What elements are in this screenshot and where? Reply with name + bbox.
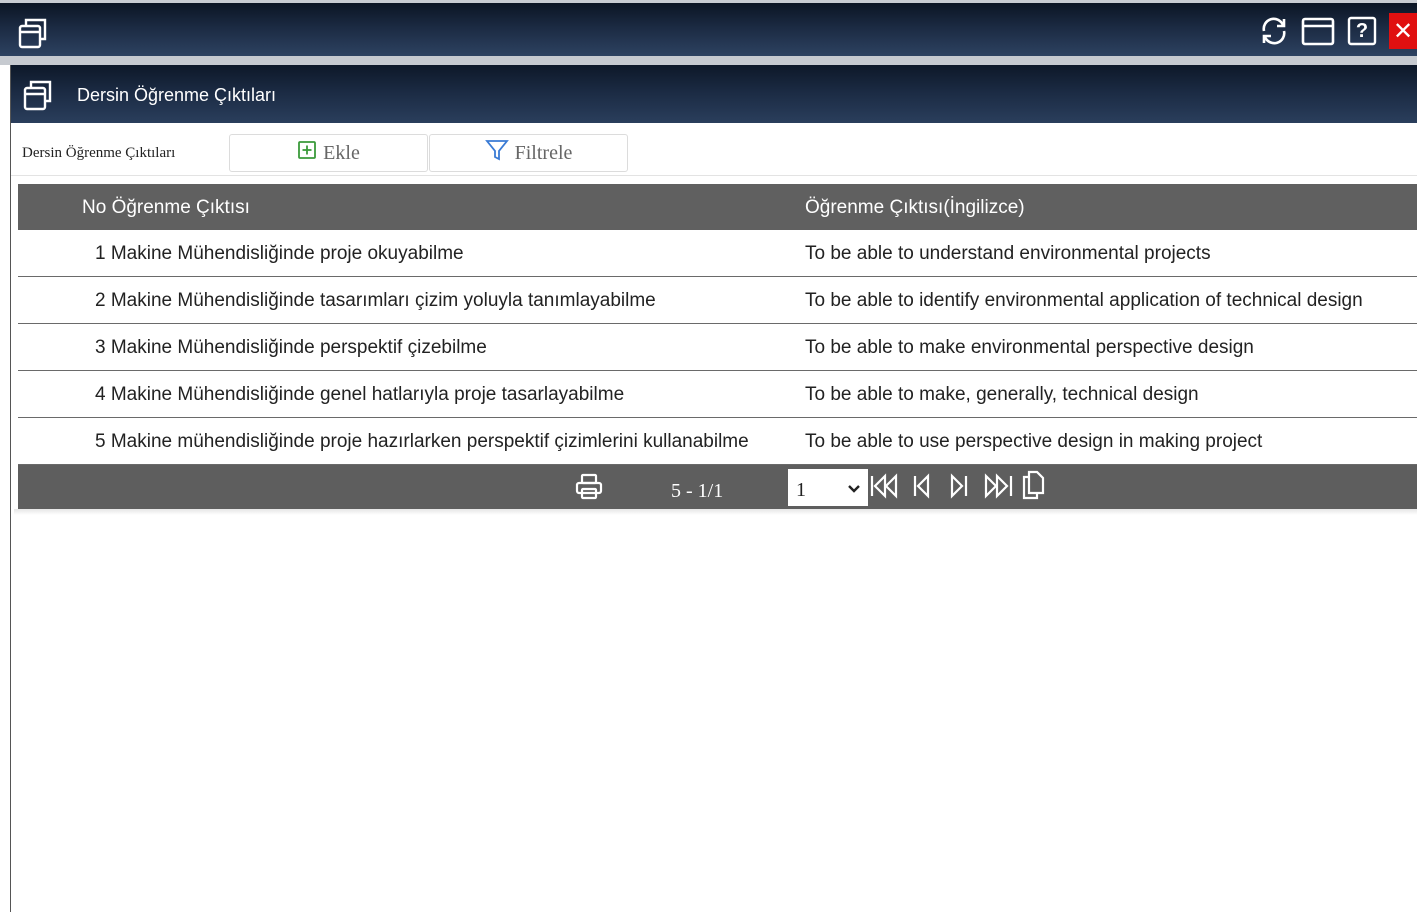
toolbar: Dersin Öğrenme Çıktıları Ekle Filtrele — [11, 128, 1417, 176]
first-page-icon[interactable] — [868, 471, 900, 506]
panel-bottom-shadow — [14, 509, 1417, 515]
prev-page-icon[interactable] — [911, 471, 933, 506]
page-select[interactable]: 1 — [788, 469, 868, 506]
table-row[interactable]: 3 Makine Mühendisliğinde perspektif çize… — [18, 324, 1417, 371]
panel-title: Dersin Öğrenme Çıktıları — [77, 85, 277, 105]
maximize-icon[interactable] — [1301, 14, 1335, 48]
filter-icon — [484, 138, 509, 168]
close-button[interactable]: ✕ — [1389, 13, 1417, 49]
page-select-value: 1 — [796, 479, 806, 501]
window-stack-icon — [23, 79, 53, 116]
row-outcome-en: To be able to make environmental perspec… — [805, 337, 1254, 358]
learning-outcomes-table: No Öğrenme Çıktısı Öğrenme Çıktısı(İngil… — [18, 184, 1417, 510]
panel-header: Dersin Öğrenme Çıktıları — [11, 65, 1417, 123]
table-pager: 5 - 1/1 1 — [18, 465, 1417, 510]
row-outcome-tr: 1 Makine Mühendisliğinde proje okuyabilm… — [95, 243, 464, 264]
add-button-label: Ekle — [323, 141, 360, 164]
table-header: No Öğrenme Çıktısı Öğrenme Çıktısı(İngil… — [18, 184, 1417, 230]
row-outcome-en: To be able to understand environmental p… — [805, 243, 1211, 264]
plus-box-icon — [297, 140, 317, 166]
window-titlebar: ? ✕ — [0, 0, 1417, 56]
filter-button-label: Filtrele — [514, 141, 573, 164]
panel-left-border — [10, 65, 11, 912]
window-controls: ? ✕ — [1257, 13, 1417, 49]
toolbar-label: Dersin Öğrenme Çıktıları — [22, 145, 176, 161]
add-button[interactable]: Ekle — [229, 134, 428, 172]
print-icon[interactable] — [574, 472, 604, 507]
row-outcome-tr: 4 Makine Mühendisliğinde genel hatlarıyl… — [95, 384, 625, 405]
last-page-icon[interactable] — [983, 471, 1015, 506]
row-outcome-tr: 2 Makine Mühendisliğinde tasarımları çiz… — [95, 290, 656, 311]
copy-icon[interactable] — [1020, 469, 1046, 506]
table-row[interactable]: 4 Makine Mühendisliğinde genel hatlarıyl… — [18, 371, 1417, 418]
row-outcome-tr: 3 Makine Mühendisliğinde perspektif çize… — [95, 337, 487, 358]
column-header-english[interactable]: Öğrenme Çıktısı(İngilizce) — [805, 197, 1025, 219]
next-page-icon[interactable] — [948, 471, 970, 506]
row-outcome-tr: 5 Makine mühendisliğinde proje hazırlark… — [95, 431, 749, 452]
row-outcome-en: To be able to identify environmental app… — [805, 290, 1363, 311]
row-outcome-en: To be able to make, generally, technical… — [805, 384, 1199, 405]
column-header-turkish[interactable]: No Öğrenme Çıktısı — [82, 197, 250, 219]
table-row[interactable]: 1 Makine Mühendisliğinde proje okuyabilm… — [18, 230, 1417, 277]
help-button[interactable]: ? — [1345, 14, 1379, 48]
record-count: 5 - 1/1 — [671, 480, 724, 502]
window-stack-icon — [18, 17, 48, 54]
filter-button[interactable]: Filtrele — [429, 134, 628, 172]
window-separator — [0, 56, 1417, 65]
chevron-down-icon — [846, 479, 862, 502]
row-outcome-en: To be able to use perspective design in … — [805, 431, 1263, 452]
table-row[interactable]: 2 Makine Mühendisliğinde tasarımları çiz… — [18, 277, 1417, 324]
table-row[interactable]: 5 Makine mühendisliğinde proje hazırlark… — [18, 418, 1417, 465]
help-icon: ? — [1355, 19, 1369, 42]
refresh-icon[interactable] — [1257, 14, 1291, 48]
